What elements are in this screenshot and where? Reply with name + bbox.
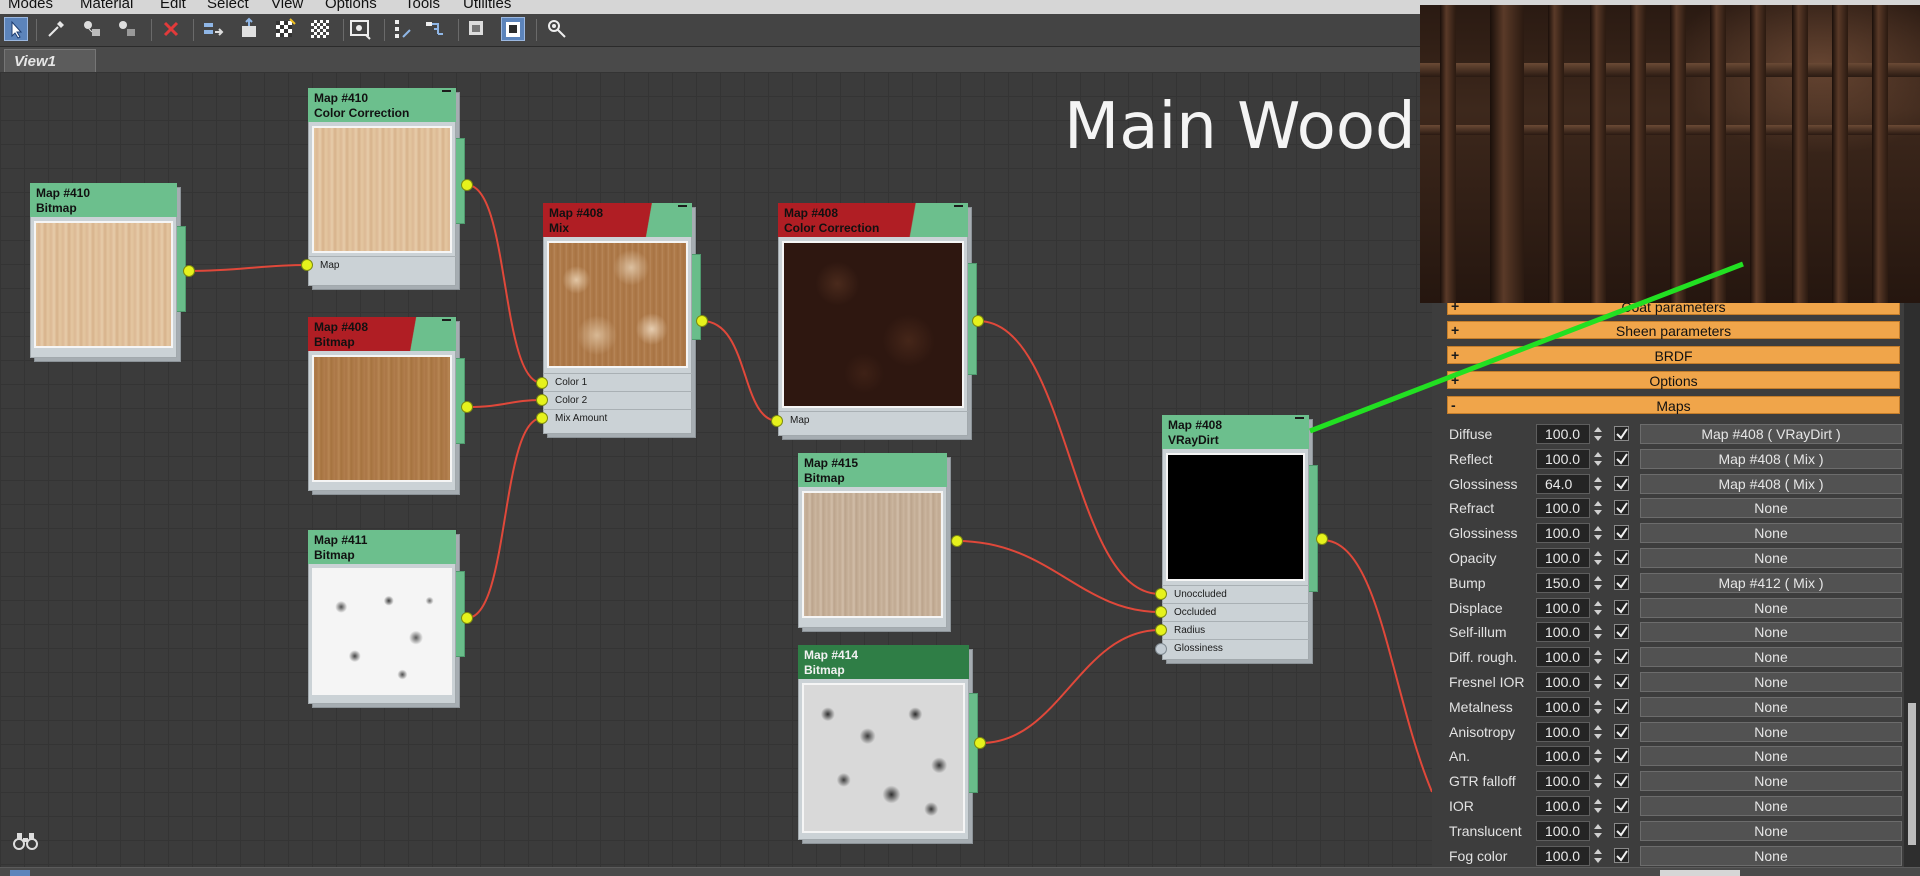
slate-material-editor: Modes Material Edit Select View Options … (0, 0, 1920, 876)
status-indicator (10, 870, 30, 876)
status-bar (0, 867, 1920, 876)
zoom-field[interactable] (1660, 870, 1740, 876)
callout-line (1309, 261, 1744, 434)
